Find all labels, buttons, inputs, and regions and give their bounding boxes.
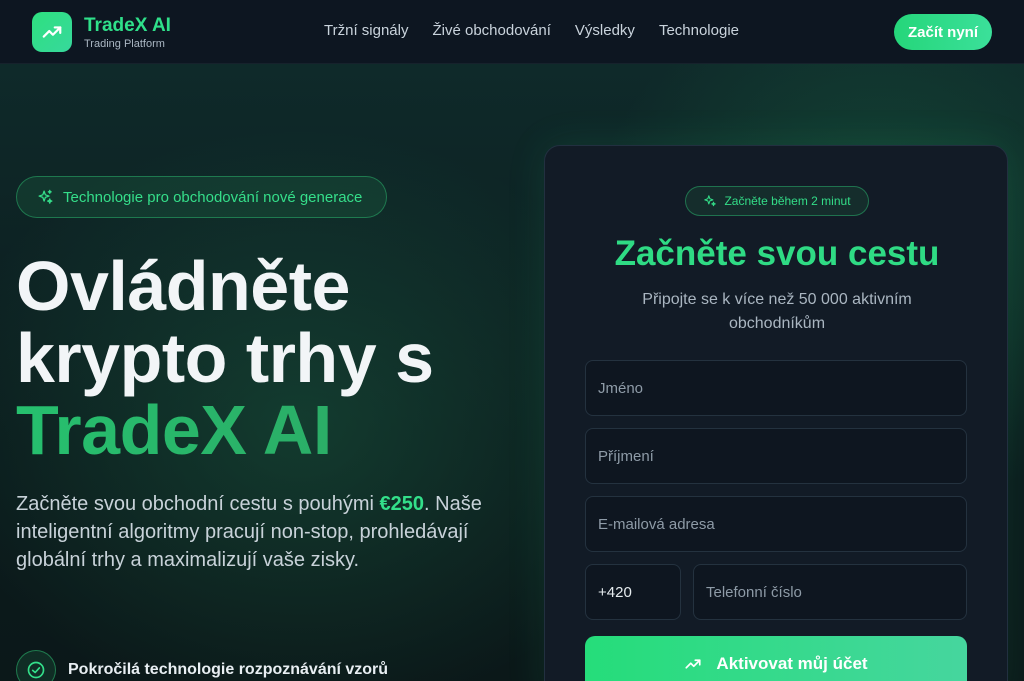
- phone-field[interactable]: Telefonní číslo: [693, 564, 967, 620]
- start-now-button[interactable]: Začít nyní: [894, 14, 992, 50]
- trending-up-icon: [685, 659, 701, 669]
- brand-subtitle: Trading Platform: [84, 38, 165, 50]
- nav-link-results[interactable]: Výsledky: [575, 22, 635, 39]
- activate-account-label: Aktivovat můj účet: [716, 654, 868, 673]
- phone-prefix-select[interactable]: +420: [585, 564, 681, 620]
- nav-link-live-trading[interactable]: Živé obchodování: [432, 22, 550, 39]
- form-badge-text: Začněte během 2 minut: [724, 194, 851, 208]
- sparkles-icon: [38, 189, 53, 204]
- hero-lead-amount: €250: [379, 493, 425, 515]
- hero-title-line1: Ovládněte: [16, 247, 350, 325]
- feature-item: Pokročilá technologie rozpoznávání vzorů: [16, 650, 388, 681]
- hero-badge: Technologie pro obchodování nové generac…: [16, 176, 387, 218]
- activate-account-button[interactable]: Aktivovat můj účet: [585, 636, 967, 681]
- main-nav: Tržní signály Živé obchodování Výsledky …: [324, 22, 739, 39]
- first-name-field[interactable]: Jméno: [585, 360, 967, 416]
- last-name-field[interactable]: Příjmení: [585, 428, 967, 484]
- form-badge: Začněte během 2 minut: [685, 186, 869, 216]
- hero-badge-text: Technologie pro obchodování nové generac…: [63, 188, 363, 206]
- form-subtitle: Připojte se k více než 50 000 aktivním o…: [642, 291, 912, 332]
- signup-card: Začněte během 2 minut Začněte svou cestu…: [544, 145, 1008, 681]
- top-header: TradeX AI Trading Platform Tržní signály…: [0, 0, 1024, 64]
- sparkles-icon: [704, 195, 717, 207]
- hero-lead: Začněte svou obchodní cestu s pouhými €2…: [16, 490, 486, 574]
- check-circle-icon: [27, 661, 45, 679]
- hero-title-line2: krypto trhy s: [16, 319, 434, 397]
- feature-check-badge: [16, 650, 56, 681]
- hero-lead-start: Začněte svou obchodní cestu s pouhými: [16, 493, 380, 515]
- hero-title: Ovládněte krypto trhy s TradeX AI: [16, 250, 516, 466]
- feature-text: Pokročilá technologie rozpoznávání vzorů: [68, 661, 389, 678]
- nav-link-signals[interactable]: Tržní signály: [324, 22, 408, 39]
- email-field[interactable]: E-mailová adresa: [585, 496, 967, 552]
- logo-badge[interactable]: [32, 12, 72, 52]
- brand-name[interactable]: TradeX AI: [84, 15, 171, 37]
- trending-up-icon: [42, 26, 62, 38]
- form-title: Začněte svou cestu: [614, 234, 940, 273]
- nav-link-technology[interactable]: Technologie: [659, 22, 739, 39]
- hero-title-accent: TradeX AI: [16, 394, 516, 466]
